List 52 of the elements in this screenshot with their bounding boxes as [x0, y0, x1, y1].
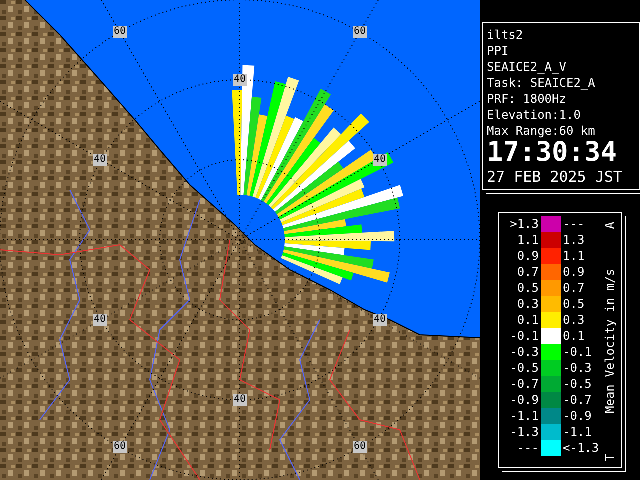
legend-value: 0.9 — [516, 249, 539, 263]
legend-value: 0.5 — [563, 297, 586, 311]
legend-value: 1.1 — [516, 233, 539, 247]
legend-value: -0.5 — [563, 377, 593, 391]
legend-value: -0.1 — [509, 329, 539, 343]
range-label: 60 — [113, 26, 128, 38]
task-name: Task: SEAICE2_A — [487, 75, 596, 91]
range-label: 60 — [353, 26, 368, 38]
legend-value: <-1.3 — [563, 441, 599, 455]
legend-value: -1.1 — [509, 409, 539, 423]
legend-value: 0.1 — [516, 313, 539, 327]
station-name: ilts2 — [487, 27, 524, 43]
legend-value: -1.1 — [563, 425, 593, 439]
legend-value: >1.3 — [509, 217, 539, 231]
legend-mark: T — [603, 454, 617, 461]
legend-value: -0.9 — [563, 409, 593, 423]
legend-mark: A — [603, 222, 617, 230]
range-label: 40 — [233, 394, 248, 406]
range-label: 40 — [373, 154, 388, 166]
legend-value: 0.7 — [563, 281, 586, 295]
legend-value: 1.1 — [563, 249, 586, 263]
elevation-value: Elevation:1.0 — [487, 107, 582, 123]
range-label: 60 — [353, 441, 368, 453]
range-label: 40 — [373, 314, 388, 326]
legend-value: 0.3 — [563, 313, 586, 327]
legend-value: 0.7 — [516, 265, 539, 279]
legend-value: --- — [516, 441, 539, 455]
legend-value: 0.5 — [516, 281, 539, 295]
legend-value: -0.9 — [509, 393, 539, 407]
legend-value: 0.1 — [563, 329, 586, 343]
legend-value: -0.7 — [563, 393, 593, 407]
range-label: 40 — [93, 314, 108, 326]
scan-type: PPI — [487, 43, 510, 59]
range-label: 60 — [113, 441, 128, 453]
legend-value: -1.3 — [509, 425, 539, 439]
scan-time: 17:30:34 — [487, 139, 618, 167]
range-label: 40 — [233, 74, 248, 86]
max-range: Max Range:60 km — [487, 123, 596, 139]
legend-value: -0.7 — [509, 377, 539, 391]
range-label: 40 — [93, 154, 108, 166]
legend-value: -0.5 — [509, 361, 539, 375]
legend-value: -0.3 — [509, 345, 539, 359]
legend-value: --- — [563, 217, 586, 231]
product-name: SEAICE2_A_V — [487, 59, 568, 75]
legend-title: Mean Velocity in m/s — [603, 269, 617, 414]
legend-value: -0.1 — [563, 345, 593, 359]
legend-value: 1.3 — [563, 233, 586, 247]
legend-value: 0.9 — [563, 265, 586, 279]
prf-value: PRF: 1800Hz — [487, 91, 568, 107]
legend-value: 0.3 — [516, 297, 539, 311]
legend-value: -0.3 — [563, 361, 593, 375]
scan-date: 27 FEB 2025 JST — [487, 167, 624, 187]
